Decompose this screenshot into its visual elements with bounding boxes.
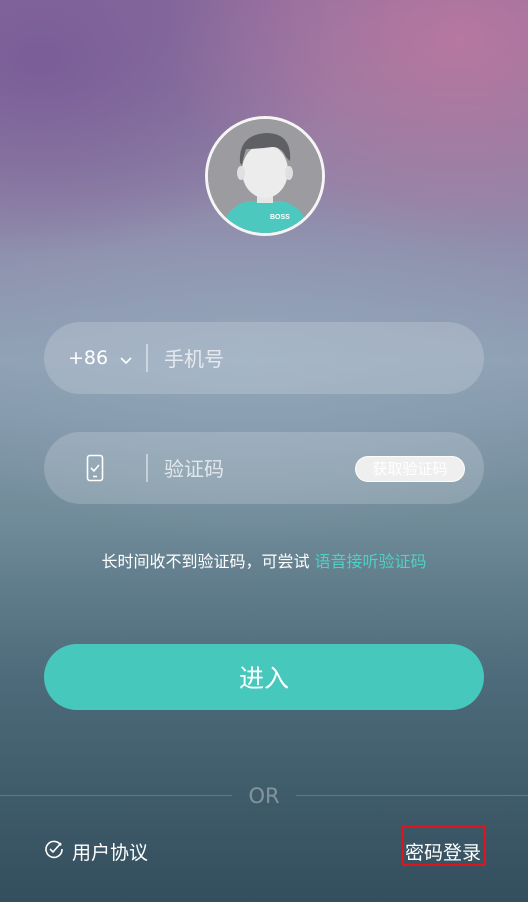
avatar-illustration: BOSS — [208, 119, 322, 233]
user-agreement-label: 用户协议 — [72, 842, 149, 864]
country-code-selector[interactable]: +86 — [68, 322, 132, 394]
chevron-down-icon — [120, 323, 132, 395]
hint-text: 长时间收不到验证码，可尝试 — [101, 552, 315, 571]
enter-button[interactable]: 进入 — [44, 644, 484, 710]
verification-hint: 长时间收不到验证码，可尝试 语音接听验证码 — [0, 548, 528, 572]
user-agreement[interactable]: 用户协议 — [44, 838, 148, 865]
mobile-phone-icon — [86, 454, 104, 486]
check-circle-icon[interactable] — [44, 839, 64, 864]
get-code-button[interactable]: 获取验证码 — [355, 456, 465, 482]
phone-input[interactable] — [162, 322, 386, 396]
avatar-badge: BOSS — [270, 214, 290, 221]
voice-code-link[interactable]: 语音接听验证码 — [315, 552, 427, 571]
password-login-link[interactable]: 密码登录 — [405, 838, 481, 865]
field-divider — [146, 344, 148, 372]
avatar[interactable]: BOSS — [205, 116, 325, 236]
phone-field: +86 — [44, 322, 484, 396]
field-divider — [146, 454, 148, 482]
country-code: +86 — [68, 347, 109, 369]
verification-code-input[interactable] — [162, 432, 386, 506]
or-label: OR — [248, 784, 280, 808]
code-field: 获取验证码 — [44, 432, 484, 506]
